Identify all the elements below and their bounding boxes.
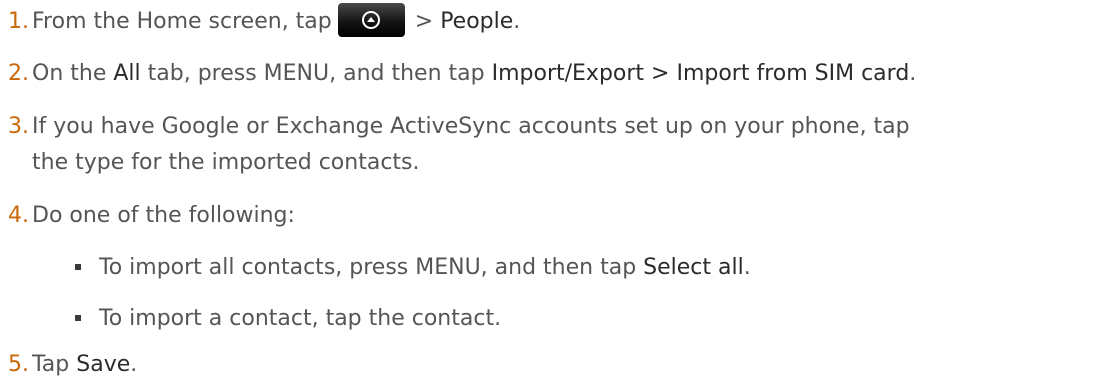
save-label: Save xyxy=(76,352,131,377)
all-tab-label: All xyxy=(113,61,141,86)
step-1: 1. From the Home screen, tap > People. xyxy=(8,3,521,39)
bullet-text: To import all contacts, press MENU, and … xyxy=(99,255,644,280)
step-3-continuation: the type for the imported contacts. xyxy=(32,146,420,180)
step-text: . xyxy=(909,61,917,86)
select-all-label: Select all xyxy=(643,255,744,280)
step-text: Tap xyxy=(32,352,77,377)
bullet-icon xyxy=(75,314,81,321)
home-all-apps-button xyxy=(337,3,405,37)
step-number: 5. xyxy=(8,352,29,377)
step-number: 4. xyxy=(8,203,29,228)
import-export-label: Import/Export > Import from SIM card xyxy=(491,61,910,86)
step-text: Do one of the following: xyxy=(32,203,295,228)
bullet-item: To import all contacts, press MENU, and … xyxy=(75,251,751,285)
step-3: 3. If you have Google or Exchange ActiveS… xyxy=(8,110,910,144)
step-text: the type for the imported contacts. xyxy=(32,150,420,175)
bullet-item: To import a contact, tap the contact. xyxy=(75,302,501,336)
step-text: . xyxy=(513,9,521,34)
step-number: 3. xyxy=(8,114,29,139)
step-number: 1. xyxy=(8,9,29,34)
step-number: 2. xyxy=(8,61,29,86)
bullet-icon xyxy=(75,263,81,270)
step-text: > xyxy=(414,9,441,34)
step-4: 4. Do one of the following: xyxy=(8,199,295,233)
arrow-up-circle-icon xyxy=(361,11,380,29)
step-text: tab, press MENU, and then tap xyxy=(140,61,492,86)
step-text: On the xyxy=(32,61,114,86)
step-text: . xyxy=(130,352,138,377)
bullet-text: . xyxy=(743,255,751,280)
step-2: 2. On the All tab, press MENU, and then t… xyxy=(8,57,916,91)
step-5: 5. Tap Save. xyxy=(8,348,137,380)
step-text: If you have Google or Exchange ActiveSyn… xyxy=(32,114,910,139)
step-text: From the Home screen, tap xyxy=(32,9,332,34)
people-label: People xyxy=(440,9,514,34)
bullet-text: To import a contact, tap the contact. xyxy=(99,306,502,331)
